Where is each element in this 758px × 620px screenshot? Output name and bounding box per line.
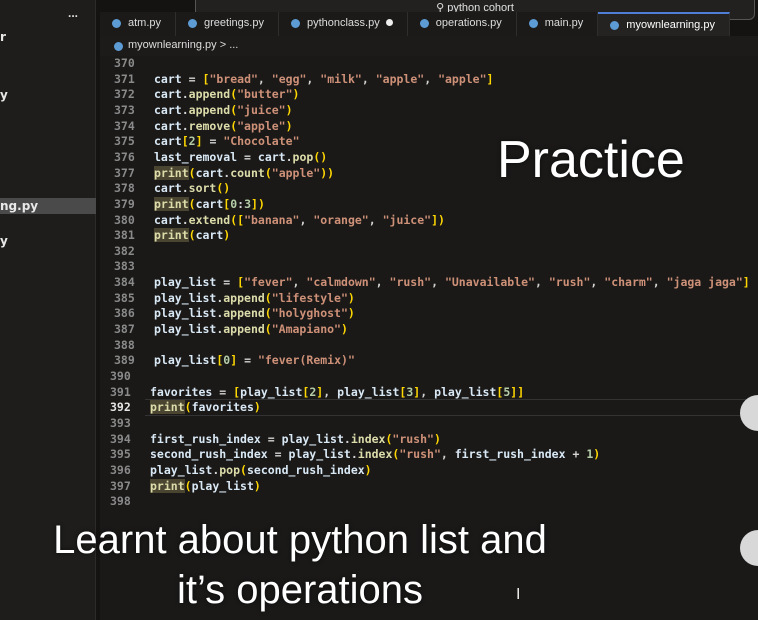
code-text: cart = ["bread", "egg", "milk", "apple",… [154,71,494,86]
tab-greetings[interactable]: greetings.py [176,12,279,36]
tab-label: main.py [544,17,584,29]
code-text: last_removal = cart.pop() [154,149,328,164]
overlay-title: Practice [497,131,685,189]
line-number: 386 [114,306,135,321]
code-text: cart.append("juice") [154,102,293,117]
line-number: 391 [110,384,131,399]
code-text: cart.sort() [154,181,231,196]
code-text: play_list.append("Amapiano") [154,322,348,337]
line-number: 393 [110,415,131,430]
code-text: play_list.append("holyghost") [154,306,355,321]
line-number: 397 [110,478,131,493]
line-number: 370 [114,56,135,70]
tab-atm[interactable]: atm.py [100,12,177,36]
line-number: 383 [114,259,135,274]
code-text: second_rush_index = play_list.index("rus… [150,447,601,462]
caption-line-2: it’s operations [176,568,424,612]
python-file-icon [290,19,300,28]
code-text: play_list.pop(second_rush_index) [150,462,372,477]
editor-tabs: atm.py greetings.py pythonclass.py opera… [100,12,758,36]
code-text: print(favorites) [150,400,261,415]
code-text: play_list.append("lifestyle") [154,290,355,305]
tab-operations[interactable]: operations.py [407,12,517,36]
code-text: cart.remove("apple") [154,118,293,133]
line-number: 380 [114,212,135,227]
code-text: favorites = [play_list[2], play_list[3],… [150,384,525,399]
line-number: 374 [114,118,135,133]
line-number: 372 [114,87,135,102]
explorer-item[interactable]: r [0,30,6,44]
code-text: print(cart.count("apple")) [154,165,335,180]
line-number: 392 [110,400,131,415]
tab-label: myownlearning.py [626,19,715,31]
line-number: 379 [114,196,135,211]
tab-label: greetings.py [204,17,264,29]
line-number: 373 [114,102,135,117]
line-number: 382 [114,243,135,258]
code-text: cart.append("butter") [154,87,300,102]
tab-myownlearning[interactable]: myownlearning.py [598,12,730,36]
tab-label: atm.py [128,17,162,29]
line-number: 387 [114,322,135,337]
breadcrumb[interactable]: myownlearning.py > ... [100,36,758,56]
python-file-icon [114,42,123,51]
code-text: print(cart) [154,228,231,243]
python-file-icon [188,19,198,28]
line-number: 377 [114,165,135,180]
explorer-item-selected[interactable]: ng.py [0,198,96,214]
line-number: 381 [114,228,135,243]
code-text: cart.extend(["banana", "orange", "juice"… [154,212,445,227]
explorer-item[interactable]: y [0,88,8,102]
line-number: 396 [110,462,131,477]
line-number: 394 [110,431,131,446]
tab-label: pythonclass.py [306,17,380,29]
code-text: print(play_list) [150,478,261,493]
python-file-icon [528,19,538,28]
line-number: 389 [114,353,135,368]
line-number: 395 [110,447,131,462]
unsaved-dot-icon[interactable] [385,19,393,26]
line-number: 376 [114,149,135,164]
tab-label: operations.py [435,17,502,29]
line-number: 375 [114,134,135,149]
line-number: 388 [114,337,135,352]
breadcrumb-text: myownlearning.py > ... [128,39,239,51]
line-number: 385 [114,290,135,305]
line-number: 398 [110,494,131,509]
code-text: play_list[0] = "fever(Remix)" [154,353,355,368]
explorer-item[interactable]: y [0,234,8,248]
text-cursor-icon: I [516,586,521,603]
tab-main[interactable]: main.py [516,12,599,36]
line-number: 390 [110,369,131,383]
line-number: 384 [114,275,135,290]
line-number: 378 [114,181,135,196]
more-actions-icon[interactable]: ... [68,6,78,20]
code-text: first_rush_index = play_list.index("rush… [150,431,441,446]
code-text: play_list = ["fever", "calmdown", "rush"… [154,275,750,290]
python-file-icon [419,19,429,28]
code-text: print(cart[0:3]) [154,196,265,211]
tab-pythonclass[interactable]: pythonclass.py [278,12,408,36]
code-text: cart[2] = "Chocolate" [154,134,300,149]
python-file-icon [610,21,620,30]
line-number: 371 [114,71,135,86]
python-file-icon [112,19,121,28]
caption-line-1: Learnt about python list and [53,518,547,562]
